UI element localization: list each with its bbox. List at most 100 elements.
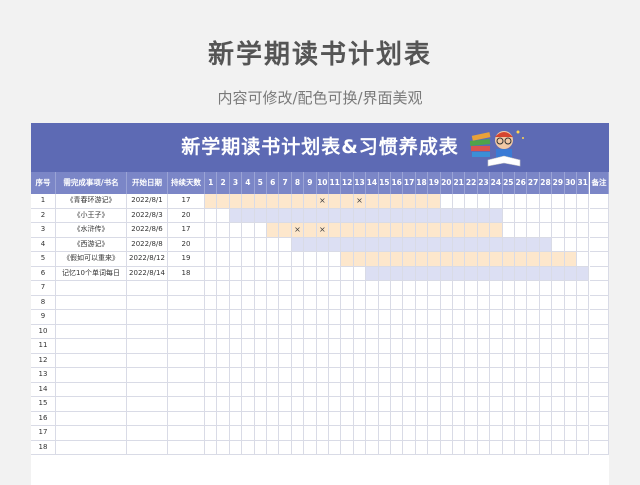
cell-day[interactable] <box>316 426 329 441</box>
gantt-bar-cell[interactable] <box>415 252 429 267</box>
cell-day[interactable] <box>341 295 354 310</box>
cell-day[interactable] <box>205 353 218 368</box>
gantt-bar-cell[interactable] <box>391 266 404 281</box>
cell-day[interactable] <box>477 339 491 354</box>
cell-task[interactable] <box>56 281 127 296</box>
cell-notes[interactable] <box>590 194 609 209</box>
cell-day[interactable] <box>552 295 565 310</box>
cell-day[interactable] <box>205 382 218 397</box>
cell-day[interactable] <box>453 353 466 368</box>
gantt-bar-cell[interactable] <box>453 266 466 281</box>
cell-day[interactable] <box>242 237 255 252</box>
gantt-bar-cell[interactable] <box>552 252 565 267</box>
cell-day[interactable] <box>515 310 528 325</box>
cell-day[interactable] <box>440 426 453 441</box>
gantt-bar-cell[interactable] <box>341 223 354 238</box>
cell-day[interactable] <box>577 295 590 310</box>
cell-duration[interactable] <box>168 440 205 455</box>
cell-index[interactable]: 13 <box>31 368 56 383</box>
cell-day[interactable] <box>502 440 515 455</box>
cell-day[interactable] <box>403 368 416 383</box>
cell-day[interactable] <box>477 382 491 397</box>
cell-notes[interactable] <box>590 411 609 426</box>
cell-start[interactable] <box>127 324 168 339</box>
cell-day[interactable] <box>391 411 404 426</box>
cell-day[interactable] <box>205 252 218 267</box>
cell-day[interactable] <box>366 368 379 383</box>
cell-index[interactable]: 14 <box>31 382 56 397</box>
cell-day[interactable] <box>477 281 491 296</box>
cell-day[interactable] <box>415 324 429 339</box>
cell-day[interactable] <box>502 353 515 368</box>
cell-start[interactable]: 2022/8/14 <box>127 266 168 281</box>
cell-day[interactable] <box>254 310 267 325</box>
cell-index[interactable]: 6 <box>31 266 56 281</box>
cell-day[interactable] <box>391 295 404 310</box>
cell-day[interactable] <box>242 440 255 455</box>
cell-day[interactable] <box>490 382 503 397</box>
cell-day[interactable] <box>502 324 515 339</box>
gantt-bar-cell[interactable] <box>428 266 441 281</box>
gantt-bar-cell[interactable] <box>254 208 267 223</box>
cell-day[interactable] <box>205 324 218 339</box>
cell-day[interactable] <box>465 382 478 397</box>
cell-day[interactable] <box>217 368 230 383</box>
cell-index[interactable]: 11 <box>31 339 56 354</box>
cross-mark[interactable]: × <box>353 194 367 209</box>
cell-index[interactable]: 16 <box>31 411 56 426</box>
gantt-bar-cell[interactable] <box>490 208 503 223</box>
cell-day[interactable] <box>316 411 329 426</box>
cell-day[interactable] <box>527 411 540 426</box>
cell-day[interactable] <box>515 397 528 412</box>
cell-day[interactable] <box>465 426 478 441</box>
cell-index[interactable]: 2 <box>31 208 56 223</box>
cell-start[interactable] <box>127 339 168 354</box>
cell-day[interactable] <box>291 353 305 368</box>
cell-day[interactable] <box>366 281 379 296</box>
cell-day[interactable] <box>279 339 292 354</box>
cell-day[interactable] <box>527 295 540 310</box>
cell-day[interactable] <box>304 440 317 455</box>
gantt-bar-cell[interactable] <box>465 237 478 252</box>
cell-day[interactable] <box>502 223 515 238</box>
cell-day[interactable] <box>490 324 503 339</box>
cell-task[interactable]: 《水浒传》 <box>56 223 127 238</box>
cell-day[interactable] <box>254 295 267 310</box>
cell-day[interactable] <box>254 411 267 426</box>
cell-start[interactable] <box>127 411 168 426</box>
cell-day[interactable] <box>391 281 404 296</box>
cell-day[interactable] <box>329 310 342 325</box>
cell-index[interactable]: 12 <box>31 353 56 368</box>
cell-day[interactable] <box>453 426 466 441</box>
cell-day[interactable] <box>217 208 230 223</box>
gantt-bar-cell[interactable] <box>415 208 429 223</box>
cell-start[interactable] <box>127 295 168 310</box>
cell-day[interactable] <box>403 295 416 310</box>
cell-notes[interactable] <box>590 397 609 412</box>
cell-notes[interactable] <box>590 426 609 441</box>
cell-day[interactable] <box>403 310 416 325</box>
cell-day[interactable] <box>316 353 329 368</box>
cell-index[interactable]: 3 <box>31 223 56 238</box>
gantt-bar-cell[interactable] <box>353 252 367 267</box>
cell-day[interactable] <box>539 310 553 325</box>
cell-day[interactable] <box>428 353 441 368</box>
cell-day[interactable] <box>229 339 243 354</box>
cell-start[interactable] <box>127 397 168 412</box>
gantt-bar-cell[interactable] <box>279 194 292 209</box>
gantt-bar-cell[interactable] <box>304 194 317 209</box>
cell-day[interactable] <box>378 411 391 426</box>
gantt-bar-cell[interactable] <box>391 208 404 223</box>
gantt-bar-cell[interactable] <box>415 194 429 209</box>
cell-day[interactable] <box>577 397 590 412</box>
cell-day[interactable] <box>229 397 243 412</box>
cell-day[interactable] <box>502 411 515 426</box>
cell-day[interactable] <box>440 382 453 397</box>
cell-day[interactable] <box>229 368 243 383</box>
cell-day[interactable] <box>366 411 379 426</box>
cell-day[interactable] <box>403 353 416 368</box>
cell-day[interactable] <box>428 281 441 296</box>
gantt-bar-cell[interactable] <box>279 223 292 238</box>
cell-day[interactable] <box>353 353 367 368</box>
cell-day[interactable] <box>366 339 379 354</box>
